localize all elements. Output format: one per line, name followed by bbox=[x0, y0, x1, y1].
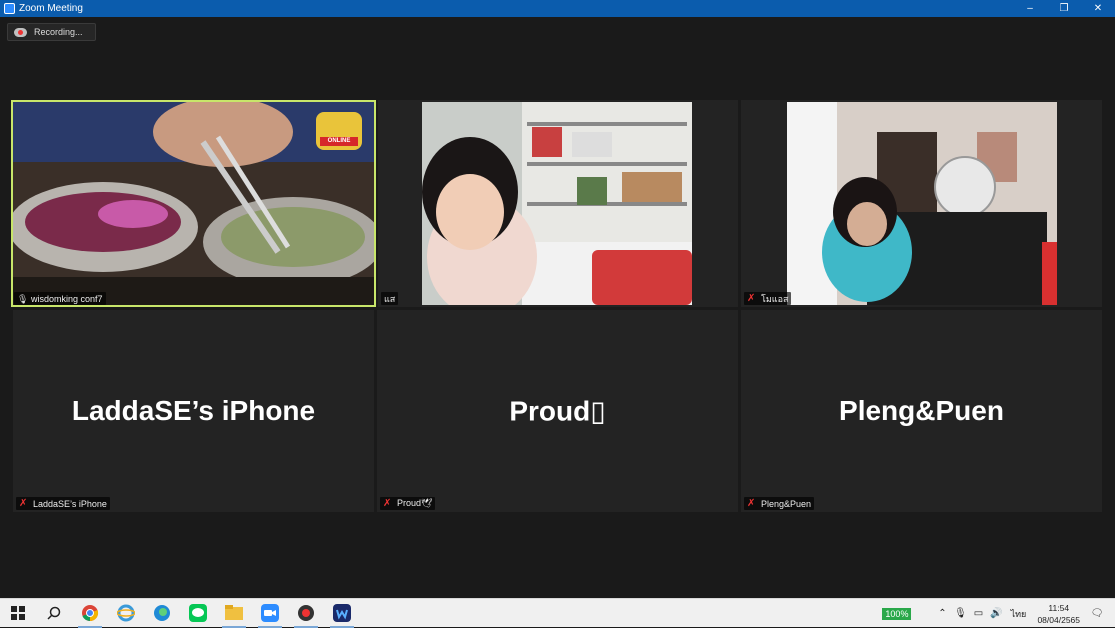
microphone-muted-icon: ✗ bbox=[19, 497, 28, 509]
microphone-muted-icon: ✗ bbox=[383, 497, 392, 509]
meeting-area: Recording... ONLINE 🎙 wisdomking conf7 แ… bbox=[0, 17, 1115, 598]
participant-nameplate: ✗ Proud🕊 bbox=[380, 497, 436, 510]
ie-taskbar-button[interactable] bbox=[108, 599, 144, 628]
file-explorer-taskbar-button[interactable] bbox=[216, 599, 252, 628]
video-tile-sae[interactable]: แส bbox=[378, 100, 738, 307]
start-button[interactable] bbox=[0, 599, 36, 628]
minimize-button[interactable]: – bbox=[1013, 0, 1047, 17]
battery-indicator[interactable]: 100% bbox=[882, 607, 912, 620]
participant-display-name: Proud▯ bbox=[509, 395, 606, 427]
channel-logo: ONLINE bbox=[316, 112, 362, 150]
participant-nameplate: ✗ Pleng&Puen bbox=[744, 497, 815, 510]
video-tile-pleng-puen[interactable]: Pleng&Puen ✗ Pleng&Puen bbox=[741, 310, 1102, 512]
zoom-icon bbox=[261, 604, 279, 622]
line-app-icon bbox=[189, 604, 207, 622]
line-taskbar-button[interactable] bbox=[180, 599, 216, 628]
window-title: Zoom Meeting bbox=[19, 3, 83, 14]
zoom-app-icon bbox=[4, 3, 15, 14]
folder-icon bbox=[225, 605, 243, 620]
app-taskbar-button[interactable] bbox=[324, 599, 360, 628]
participant-name: Pleng&Puen bbox=[761, 498, 812, 509]
internet-explorer-icon bbox=[117, 604, 135, 622]
participant-display-name: Pleng&Puen bbox=[839, 395, 1004, 426]
participant-name: LaddaSE’s iPhone bbox=[33, 498, 107, 509]
edge-icon bbox=[154, 605, 170, 621]
input-language[interactable]: ไทย bbox=[1006, 607, 1030, 621]
participant-name: wisdomking conf7 bbox=[31, 293, 103, 304]
online-badge: ONLINE bbox=[320, 137, 358, 146]
microphone-muted-icon: ✗ bbox=[747, 497, 756, 509]
recording-label: Recording... bbox=[34, 27, 83, 37]
volume-icon[interactable]: 🔊 bbox=[988, 608, 1004, 619]
screen-recorder-icon bbox=[298, 605, 314, 621]
participant-nameplate: ✗ LaddaSE’s iPhone bbox=[16, 497, 110, 510]
search-button[interactable] bbox=[36, 599, 72, 628]
title-bar: Zoom Meeting – ❐ ✕ bbox=[0, 0, 1115, 17]
zoom-taskbar-button[interactable] bbox=[252, 599, 288, 628]
participant-name: โมแอส bbox=[761, 293, 789, 304]
clock-date: 08/04/2565 bbox=[1037, 614, 1080, 625]
windows-logo-icon bbox=[11, 606, 25, 620]
restore-button[interactable]: ❐ bbox=[1047, 0, 1081, 17]
chrome-icon bbox=[82, 605, 99, 622]
capture-taskbar-button[interactable] bbox=[288, 599, 324, 628]
close-button[interactable]: ✕ bbox=[1081, 0, 1115, 17]
chrome-taskbar-button[interactable] bbox=[72, 599, 108, 628]
video-tile-wisdomking[interactable]: ONLINE 🎙 wisdomking conf7 bbox=[11, 100, 376, 307]
chevron-up-icon[interactable]: ⌃ bbox=[934, 608, 950, 619]
edge-taskbar-button[interactable] bbox=[144, 599, 180, 628]
system-tray: 100% ⌃ 🎙 ▭ 🔊 ไทย 11:54 08/04/2565 🗨 bbox=[882, 599, 1115, 628]
recording-indicator[interactable]: Recording... bbox=[7, 23, 96, 41]
clock-time: 11:54 bbox=[1048, 602, 1070, 613]
network-icon[interactable]: ▭ bbox=[970, 608, 986, 619]
participant-name: แส bbox=[384, 293, 396, 304]
participant-nameplate: 🎙 wisdomking conf7 bbox=[14, 292, 106, 305]
cloud-recording-icon bbox=[14, 27, 27, 37]
microphone-muted-icon: ✗ bbox=[747, 292, 756, 304]
app-icon bbox=[333, 604, 351, 622]
participant-nameplate: แส bbox=[381, 292, 399, 305]
participant-name: Proud🕊 bbox=[397, 498, 433, 508]
participant-nameplate: ✗ โมแอส bbox=[744, 292, 792, 305]
participant-video-child-room bbox=[787, 102, 1057, 305]
search-icon bbox=[47, 606, 61, 620]
video-tile-laddase[interactable]: LaddaSE’s iPhone ✗ LaddaSE’s iPhone bbox=[13, 310, 374, 512]
participant-display-name: LaddaSE’s iPhone bbox=[71, 395, 316, 426]
participant-video-child-shelf bbox=[422, 102, 692, 305]
clock[interactable]: 11:54 08/04/2565 bbox=[1037, 602, 1080, 626]
microphone-tray-icon[interactable]: 🎙 bbox=[952, 608, 968, 619]
video-tile-moas[interactable]: ✗ โมแอส bbox=[741, 100, 1102, 307]
notifications-icon[interactable]: 🗨 bbox=[1089, 608, 1105, 619]
taskbar: 100% ⌃ 🎙 ▭ 🔊 ไทย 11:54 08/04/2565 🗨 bbox=[0, 598, 1115, 628]
microphone-icon: 🎙 bbox=[17, 293, 29, 304]
video-tile-proud[interactable]: Proud▯ ✗ Proud🕊 bbox=[377, 310, 738, 512]
